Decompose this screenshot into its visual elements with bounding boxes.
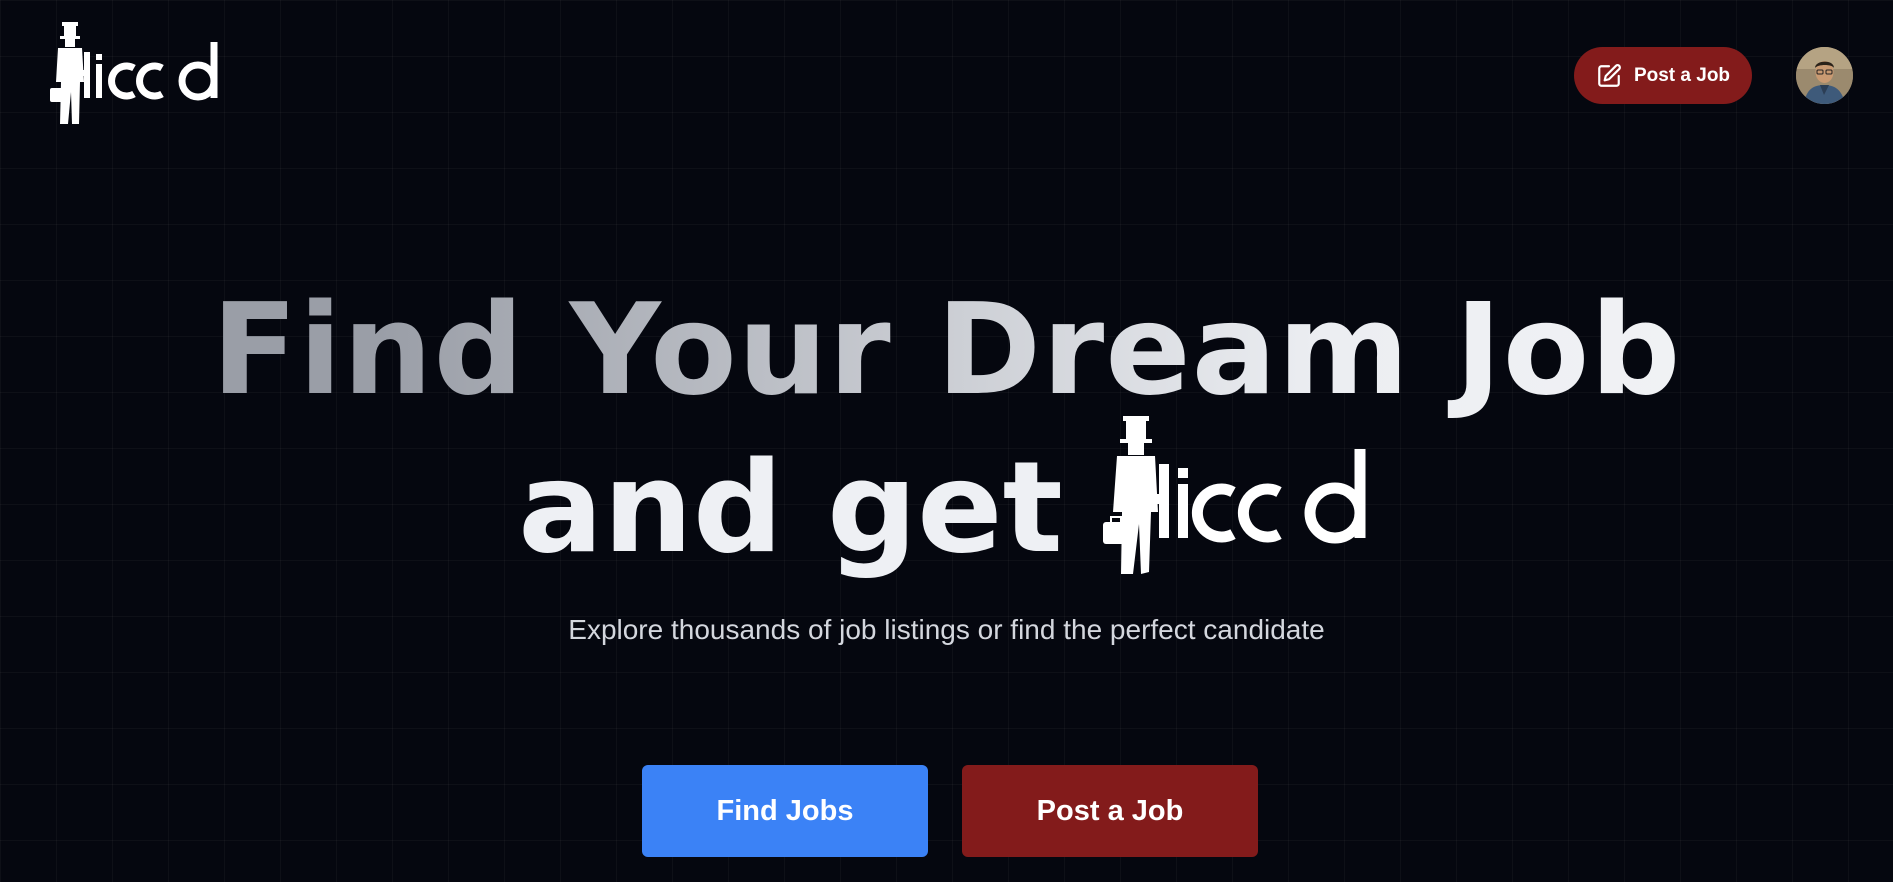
hero-subtitle: Explore thousands of job listings or fin… <box>568 614 1325 645</box>
header-post-job-label: Post a Job <box>1633 64 1731 86</box>
header-post-job-button[interactable]: Post a Job <box>1574 47 1752 104</box>
find-jobs-button[interactable]: Find Jobs <box>642 765 928 857</box>
hirrd-logo-icon <box>1102 416 1366 574</box>
post-job-button[interactable]: Post a Job <box>962 765 1258 857</box>
pen-square-icon <box>1598 63 1621 87</box>
avatar-image <box>1796 47 1853 104</box>
hirrd-logo-icon <box>50 22 218 124</box>
hero-title-line-1: Find Your Dream Job <box>0 280 1893 420</box>
hero-title-line-2: and get <box>0 416 1893 600</box>
header-logo[interactable] <box>50 22 226 130</box>
hero-title-and-get: and get <box>518 434 1063 581</box>
user-avatar[interactable] <box>1796 47 1853 104</box>
landing-page: Post a Job Find Your Dream Job and get E… <box>0 0 1893 882</box>
